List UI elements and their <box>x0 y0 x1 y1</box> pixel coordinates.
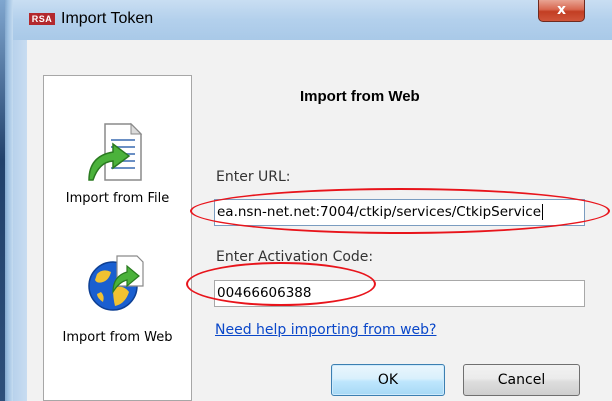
title-bar[interactable]: RSA Import Token x <box>13 0 612 40</box>
window-frame-edge <box>0 0 5 401</box>
close-button[interactable]: x <box>538 0 585 22</box>
import-web-icon <box>83 252 147 320</box>
url-annotation-ellipse <box>190 188 610 234</box>
sidebar-item-label: Import from Web <box>62 330 173 345</box>
help-link[interactable]: Need help importing from web? <box>215 322 436 338</box>
section-heading: Import from Web <box>300 88 420 105</box>
rsa-logo: RSA <box>29 13 55 25</box>
sidebar-item-import-from-web[interactable]: Import from Web <box>43 252 192 352</box>
sidebar-item-import-from-file[interactable]: Import from File <box>43 120 192 230</box>
url-label: Enter URL: <box>216 169 291 185</box>
import-file-icon <box>83 120 147 188</box>
ok-button[interactable]: OK <box>331 364 445 396</box>
window-border <box>13 40 27 401</box>
window-title: Import Token <box>61 10 154 27</box>
cancel-button[interactable]: Cancel <box>463 364 580 396</box>
sidebar-item-label: Import from File <box>65 191 170 206</box>
code-annotation-ellipse <box>186 262 376 306</box>
